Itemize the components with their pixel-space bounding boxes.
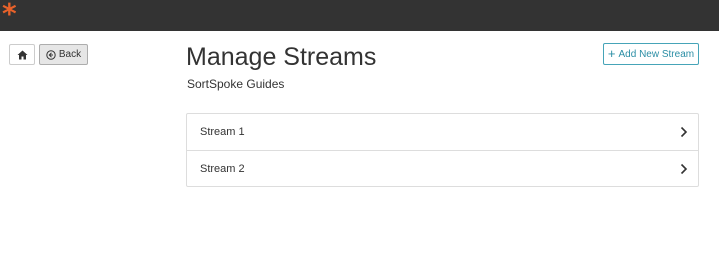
plus-icon: + xyxy=(607,46,616,61)
list-item-stream-2[interactable]: Stream 2 xyxy=(187,151,698,186)
top-nav-bar: * xyxy=(0,0,719,31)
home-icon xyxy=(17,50,27,59)
list-item-label: Stream 2 xyxy=(200,162,245,175)
add-new-stream-label: Add New Stream xyxy=(618,48,695,60)
back-button[interactable]: Back xyxy=(39,44,88,65)
page-title: Manage Streams xyxy=(186,43,377,71)
back-button-label: Back xyxy=(58,49,82,60)
page-subtitle: SortSpoke Guides xyxy=(187,77,285,91)
chevron-right-icon xyxy=(680,163,688,174)
home-button[interactable] xyxy=(9,44,35,65)
stream-list: Stream 1 Stream 2 xyxy=(186,113,699,187)
logo-asterisk[interactable]: * xyxy=(2,0,18,28)
circle-arrow-left-icon xyxy=(46,49,56,60)
list-item-label: Stream 1 xyxy=(200,126,245,138)
list-item-stream-1[interactable]: Stream 1 xyxy=(187,114,698,151)
chevron-right-icon xyxy=(680,126,688,138)
add-new-stream-button[interactable]: + Add New Stream xyxy=(603,43,699,65)
